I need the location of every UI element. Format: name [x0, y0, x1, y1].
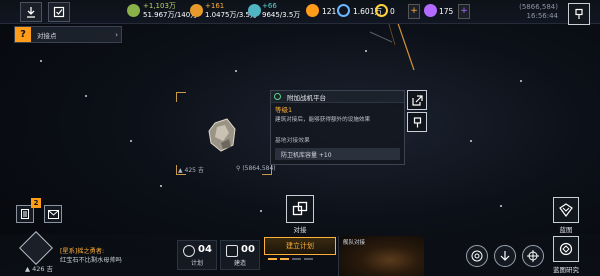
panel-level: 等级1 — [275, 106, 293, 114]
distance-value: 425 吉 — [184, 167, 204, 174]
thumbnail-label: 舰队对接 — [343, 240, 366, 246]
chat-channel: [星系] — [60, 248, 78, 255]
pin-icon — [575, 8, 583, 19]
asteroid-object[interactable] — [203, 115, 243, 155]
coordinates-readout: (5866,584) 16:56:44 — [519, 3, 558, 21]
building-icon — [274, 93, 281, 100]
progress-segment — [268, 258, 277, 260]
building-info-panel: 附加战机平台 等级1 建筑对接后，能够获得额外的设施效果 基地对接效果 防卫机库… — [270, 90, 405, 165]
resource-delta: +66 — [262, 2, 277, 10]
top-bar: +1,103万 51.967万/140万 +161 1.0475万/3.5万 +… — [0, 0, 600, 24]
clock: 16:56:44 — [526, 12, 558, 20]
panel-section-title: 基地对接效果 — [275, 138, 310, 144]
dock-icon — [292, 201, 308, 216]
coordinates: (5866,584) — [519, 3, 558, 11]
metal-icon — [127, 4, 140, 17]
blueprint-label: 蓝图 — [559, 226, 573, 234]
crystal-icon — [424, 4, 437, 17]
crosshair-icon — [527, 250, 539, 262]
plan-count: 04 — [198, 244, 212, 255]
pin-icon — [413, 116, 421, 127]
mail-button[interactable] — [44, 205, 62, 223]
research-button[interactable] — [553, 236, 579, 262]
plan-icon — [183, 245, 195, 257]
add-token-button[interactable]: + — [408, 4, 420, 19]
progress-segment — [280, 258, 289, 260]
research-label: 蓝图研究 — [553, 266, 579, 274]
dock-label: 对接 — [293, 226, 307, 234]
credits-icon — [337, 4, 350, 17]
panel-description: 建筑对接后，能够获得额外的设施效果 — [275, 117, 371, 123]
panel-title: 附加战机平台 — [287, 93, 326, 102]
bookmark-location-button[interactable] — [407, 112, 427, 132]
build-counter[interactable]: 00 建造 — [220, 240, 260, 270]
chevron-right-icon: › — [115, 30, 118, 39]
fleet-thumbnail[interactable]: 舰队对接 — [338, 236, 424, 276]
checklist-icon — [53, 6, 65, 18]
selection-corner — [176, 92, 186, 102]
radar-icon — [471, 250, 483, 262]
quest-text: 对接点 — [37, 31, 57, 40]
resource-value: 51.967万/140万 — [143, 11, 198, 19]
object-position: ⚲ (5864,584) — [236, 165, 276, 172]
progress-segment — [304, 258, 313, 260]
tasks-button[interactable] — [48, 2, 70, 22]
build-icon — [226, 245, 238, 257]
progress-segment — [292, 258, 301, 260]
target-button[interactable] — [522, 245, 544, 267]
location-button[interactable] — [20, 2, 42, 22]
position-value: (5864,584) — [242, 165, 276, 172]
external-link-icon — [411, 94, 423, 106]
object-distance: ▲ 425 吉 — [178, 167, 204, 174]
blueprint-icon — [559, 203, 573, 217]
scan-button[interactable] — [466, 245, 488, 267]
chat-message: 红宝石不比剩水母帅吗 — [60, 257, 122, 264]
pill-token[interactable]: 0 — [390, 4, 395, 19]
open-detail-button[interactable] — [407, 90, 427, 110]
pin-icon — [27, 7, 35, 18]
asteroid-icon — [208, 118, 236, 152]
crystal-resource-icon — [248, 4, 261, 17]
add-premium-button[interactable]: + — [458, 4, 470, 19]
notification-badge: 2 — [31, 198, 41, 208]
pill-premium[interactable]: 175 — [439, 4, 453, 19]
build-count: 00 — [241, 244, 255, 255]
plan-counter[interactable]: 04 计划 — [177, 240, 217, 270]
mail-icon — [47, 209, 59, 219]
build-label: 建造 — [233, 260, 246, 267]
panel-stat: 防卫机库容量 +10 — [275, 148, 400, 160]
blueprint-button[interactable] — [553, 197, 579, 223]
quest-tracker[interactable]: ? 对接点 › — [14, 26, 122, 43]
token-icon — [375, 4, 388, 17]
arrow-down-icon — [500, 251, 510, 261]
player-level-value: 426 吉 — [32, 265, 54, 273]
energy-icon — [306, 4, 319, 17]
plan-label: 计划 — [190, 260, 203, 267]
dock-button[interactable] — [286, 195, 314, 223]
bookmark-button[interactable] — [568, 3, 590, 25]
plan-progress — [268, 258, 313, 260]
player-level: ▲ 426 吉 — [25, 265, 54, 273]
resource-value: 9645/3.5万 — [262, 11, 301, 19]
gas-icon — [190, 4, 203, 17]
panel-header: 附加战机平台 — [271, 91, 404, 103]
chat-sender: 摇之勇者: — [77, 248, 105, 255]
chat-preview[interactable]: [星系]摇之勇者: 红宝石不比剩水母帅吗 — [60, 247, 122, 265]
pill-energy[interactable]: 121 — [322, 4, 336, 19]
fleet-button[interactable] — [494, 245, 516, 267]
quest-icon: ? — [15, 27, 31, 42]
create-plan-button[interactable]: 建立计划 — [264, 237, 336, 255]
document-icon — [21, 209, 29, 219]
resource-crystal[interactable]: +66 9645/3.5万 — [262, 2, 300, 20]
research-icon — [559, 242, 573, 256]
